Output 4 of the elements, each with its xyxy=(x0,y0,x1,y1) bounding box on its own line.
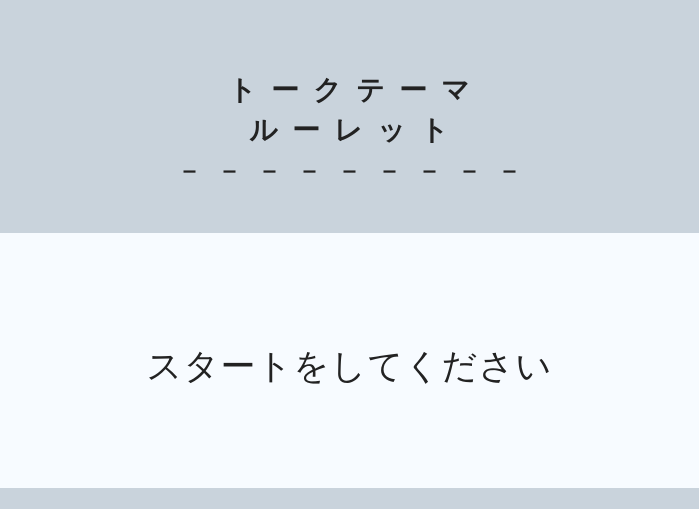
dashed-divider: _________ xyxy=(182,146,544,172)
status-message: スタートをしてください xyxy=(146,346,552,389)
title-line: ルーレット xyxy=(248,112,464,148)
title-line: トークテーマ xyxy=(228,72,484,108)
